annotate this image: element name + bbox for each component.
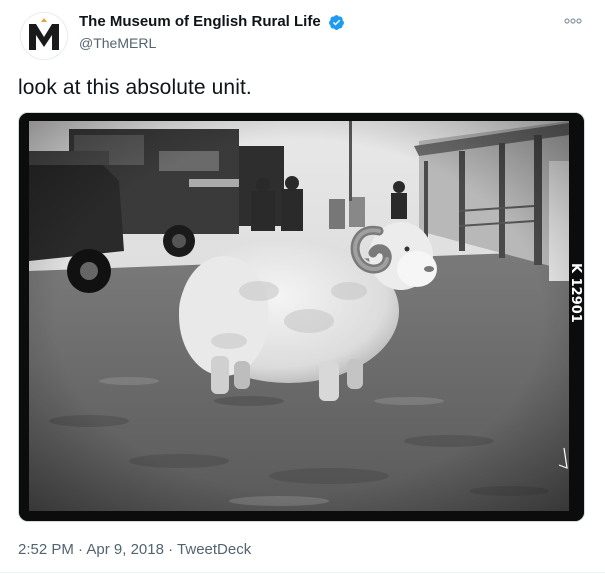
merl-logo-icon — [21, 13, 67, 59]
tweet-date[interactable]: Apr 9, 2018 — [86, 541, 164, 558]
meta-separator: · — [168, 541, 174, 558]
avatar[interactable] — [20, 12, 68, 60]
tweet-meta: 2:52 PM · Apr 9, 2018 · TweetDeck — [18, 540, 251, 560]
handle[interactable]: @TheMERL — [79, 33, 345, 53]
ram-photo-image: K 12901 — [19, 113, 584, 521]
more-options-icon[interactable] — [564, 16, 582, 26]
tweet-photo[interactable]: K 12901 — [18, 112, 585, 522]
display-name[interactable]: The Museum of English Rural Life — [79, 12, 321, 32]
tweet-source[interactable]: TweetDeck — [177, 541, 251, 558]
divider — [0, 572, 605, 573]
verified-badge-icon — [329, 14, 345, 30]
author-block: The Museum of English Rural Life @TheMER… — [79, 12, 345, 53]
tweet-time[interactable]: 2:52 PM — [18, 541, 74, 558]
tweet-card: The Museum of English Rural Life @TheMER… — [0, 0, 605, 574]
tweet-text: look at this absolute unit. — [18, 76, 252, 99]
tweet-header: The Museum of English Rural Life @TheMER… — [18, 8, 588, 60]
film-edge-code: K 12901 — [568, 263, 583, 323]
meta-separator: · — [78, 541, 84, 558]
